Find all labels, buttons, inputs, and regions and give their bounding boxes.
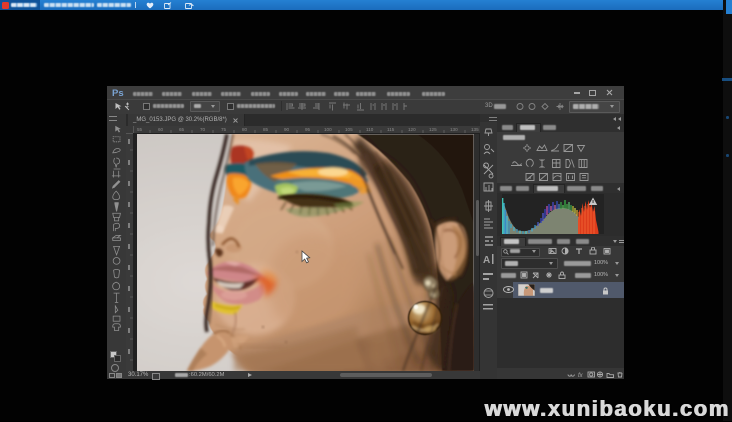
svg-text:105: 105: [345, 127, 353, 132]
svg-text:80: 80: [242, 127, 248, 132]
svg-text:125: 125: [429, 127, 437, 132]
svg-text:95: 95: [305, 127, 311, 132]
svg-text:55: 55: [137, 127, 143, 132]
svg-text:115: 115: [387, 127, 395, 132]
svg-text:A: A: [483, 255, 490, 266]
svg-text:100: 100: [324, 127, 332, 132]
svg-text:65: 65: [179, 127, 185, 132]
svg-text:120: 120: [408, 127, 416, 132]
svg-text:60: 60: [158, 127, 164, 132]
svg-text:110: 110: [366, 127, 374, 132]
svg-text:130: 130: [450, 127, 458, 132]
svg-text:135: 135: [471, 127, 479, 132]
svg-text:70: 70: [200, 127, 206, 132]
svg-text:85: 85: [263, 127, 269, 132]
svg-text:90: 90: [284, 127, 290, 132]
svg-text:fx: fx: [578, 373, 584, 378]
svg-text:75: 75: [221, 127, 227, 132]
